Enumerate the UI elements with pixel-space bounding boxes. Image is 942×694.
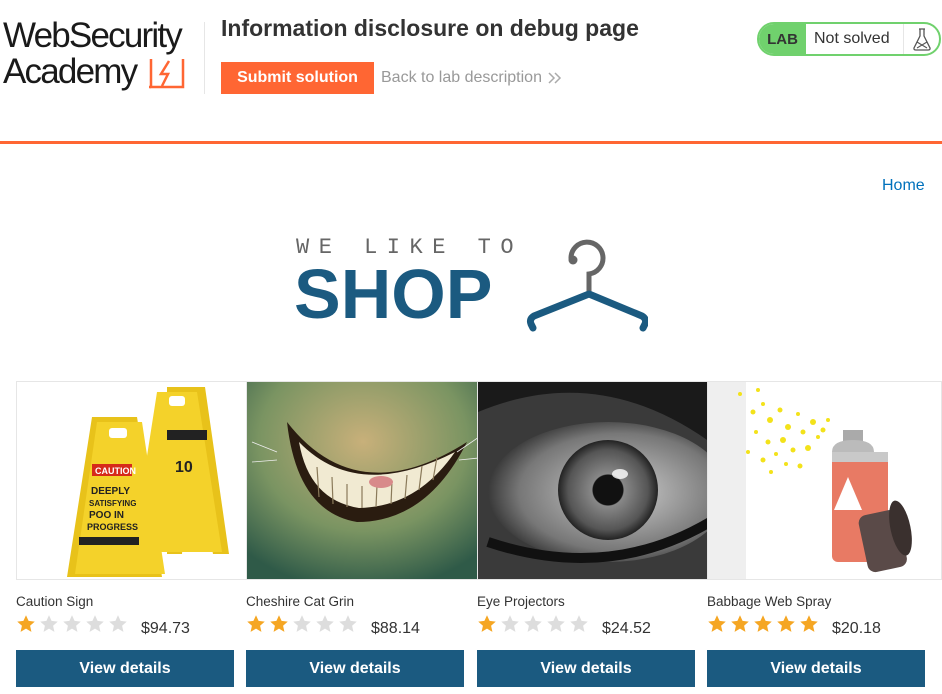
product-price: $20.18 xyxy=(832,620,881,637)
star-filled-icon xyxy=(270,615,288,632)
product-rating xyxy=(477,614,589,634)
eye-image[interactable] xyxy=(477,381,709,580)
lab-status-text: Not solved xyxy=(806,24,904,54)
product-rating xyxy=(246,614,358,634)
svg-text:SATISFYING: SATISFYING xyxy=(89,499,136,508)
star-empty-icon xyxy=(570,615,588,632)
caution-sign-image[interactable]: 10 CAUTION DEEPLY SATISFYING POO IN PROG… xyxy=(16,381,248,580)
star-empty-icon xyxy=(63,615,81,632)
svg-text:POO IN: POO IN xyxy=(89,510,124,521)
product-grid: 10 CAUTION DEEPLY SATISFYING POO IN PROG… xyxy=(16,381,942,694)
logo-line1: WebSecurity xyxy=(3,16,183,55)
view-details-button[interactable]: View details xyxy=(707,650,925,687)
star-filled-icon xyxy=(754,615,772,632)
flask-icon xyxy=(904,24,939,54)
academy-header: WebSecurity Academy Information disclosu… xyxy=(0,0,942,145)
svg-text:CAUTION: CAUTION xyxy=(95,466,136,476)
star-filled-icon xyxy=(17,615,35,632)
header-divider xyxy=(0,141,942,144)
star-empty-icon xyxy=(316,615,334,632)
product-rating xyxy=(16,614,128,634)
star-empty-icon xyxy=(501,615,519,632)
star-filled-icon xyxy=(731,615,749,632)
star-filled-icon xyxy=(800,615,818,632)
star-empty-icon xyxy=(86,615,104,632)
product-name: Caution Sign xyxy=(16,594,94,609)
double-chevron-right-icon xyxy=(548,72,562,84)
logo-bolt-icon xyxy=(149,59,185,89)
star-empty-icon xyxy=(40,615,58,632)
lab-status-widget: LAB Not solved xyxy=(757,22,941,56)
view-details-button[interactable]: View details xyxy=(246,650,464,687)
view-details-button[interactable]: View details xyxy=(16,650,234,687)
shop-banner: WE LIKE TO SHOP xyxy=(294,232,654,332)
star-filled-icon xyxy=(478,615,496,632)
spray-can-image[interactable] xyxy=(707,381,942,580)
product-price: $88.14 xyxy=(371,620,420,637)
product-rating xyxy=(707,614,819,634)
logo-divider xyxy=(204,22,205,94)
star-filled-icon xyxy=(247,615,265,632)
product-price: $24.52 xyxy=(602,620,651,637)
banner-word: SHOP xyxy=(294,255,493,333)
star-empty-icon xyxy=(339,615,357,632)
lab-title: Information disclosure on debug page xyxy=(221,15,639,41)
svg-text:DEEPLY: DEEPLY xyxy=(91,486,130,497)
svg-text:10: 10 xyxy=(175,459,193,476)
product-name: Eye Projectors xyxy=(477,594,565,609)
back-to-lab-description-link[interactable]: Back to lab description xyxy=(381,69,562,87)
submit-solution-button[interactable]: Submit solution xyxy=(221,62,374,94)
svg-text:PROGRESS: PROGRESS xyxy=(87,522,138,532)
product-price: $94.73 xyxy=(141,620,190,637)
lab-badge: LAB xyxy=(759,24,806,54)
hanger-icon xyxy=(526,239,648,332)
cheshire-grin-image[interactable] xyxy=(246,381,478,580)
logo-line2: Academy xyxy=(3,52,138,91)
home-link[interactable]: Home xyxy=(882,177,925,195)
product-name: Babbage Web Spray xyxy=(707,594,832,609)
view-details-button[interactable]: View details xyxy=(477,650,695,687)
product-name: Cheshire Cat Grin xyxy=(246,594,355,609)
star-empty-icon xyxy=(293,615,311,632)
web-security-academy-logo[interactable]: WebSecurity Academy xyxy=(3,18,203,94)
star-filled-icon xyxy=(708,615,726,632)
back-link-label: Back to lab description xyxy=(381,69,542,86)
star-filled-icon xyxy=(777,615,795,632)
star-empty-icon xyxy=(524,615,542,632)
star-empty-icon xyxy=(109,615,127,632)
star-empty-icon xyxy=(547,615,565,632)
